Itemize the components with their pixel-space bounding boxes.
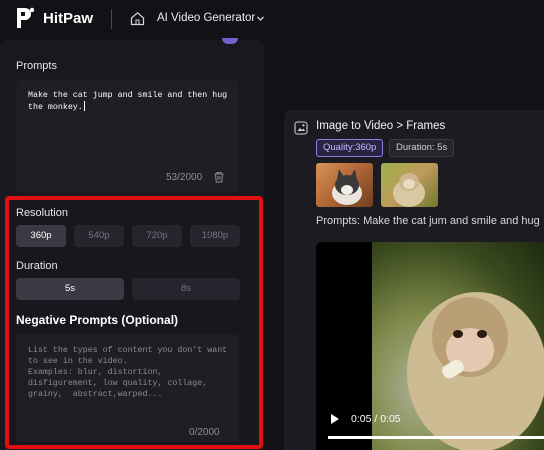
duration-tag: Duration: 5s (389, 139, 455, 157)
play-icon[interactable] (330, 413, 340, 425)
chevron-down-icon[interactable] (256, 14, 265, 23)
duration-label: Duration (16, 260, 58, 272)
image-to-video-icon (294, 121, 308, 135)
prompt-counter: 53/2000 (166, 172, 203, 183)
brand-name: HitPaw (43, 10, 94, 27)
negative-prompts-label: Negative Prompts (Optional) (16, 313, 179, 327)
app-header: HitPaw AI Video Generator (0, 0, 544, 38)
text-caret (83, 101, 85, 111)
negative-prompt-input[interactable]: List the types of content you don't want… (16, 334, 239, 442)
resolution-option-720p[interactable]: 720p (132, 225, 182, 247)
negative-prompt-placeholder: List the types of content you don't want… (28, 346, 228, 399)
app-title[interactable]: AI Video Generator (157, 12, 255, 24)
prompts-label: Prompts (16, 60, 57, 72)
video-progress-fill (328, 436, 544, 439)
frame-thumbnail-cat[interactable] (316, 163, 373, 207)
result-title: Image to Video > Frames (316, 120, 446, 132)
quality-tag: Quality:360p (316, 139, 384, 157)
prompt-input[interactable]: Make the cat jump and smile and then hug… (16, 80, 239, 193)
resolution-label: Resolution (16, 207, 68, 219)
hitpaw-logo-icon (17, 7, 35, 28)
negative-prompt-counter: 0/2000 (189, 427, 220, 438)
resolution-option-1080p[interactable]: 1080p (190, 225, 240, 247)
video-time: 0:05 / 0:05 (351, 413, 401, 425)
prompt-text[interactable]: Make the cat jump and smile and then hug… (28, 90, 232, 113)
duration-option-5s[interactable]: 5s (16, 278, 124, 300)
resolution-option-540p[interactable]: 540p (74, 225, 124, 247)
result-prompt-text: Prompts: Make the cat jum and smile and … (316, 215, 540, 227)
duration-option-8s[interactable]: 8s (132, 278, 240, 300)
resolution-option-360p[interactable]: 360p (16, 225, 66, 247)
frame-thumbnail-monkey[interactable] (381, 163, 438, 207)
video-progress-bar[interactable] (328, 436, 544, 439)
header-divider (111, 9, 112, 29)
home-icon[interactable] (130, 11, 145, 26)
trash-icon[interactable] (213, 171, 225, 183)
